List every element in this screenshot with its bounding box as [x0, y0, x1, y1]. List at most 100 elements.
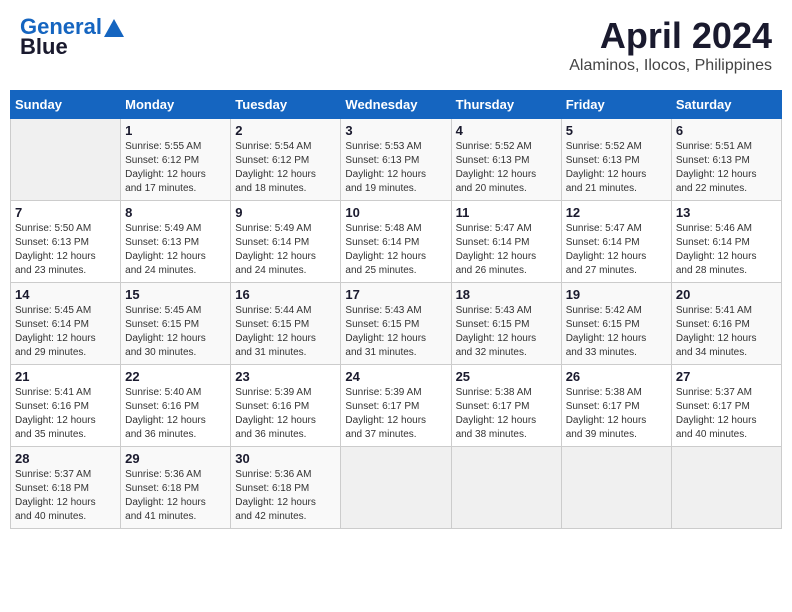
- day-number: 19: [566, 287, 667, 302]
- day-number: 10: [345, 205, 446, 220]
- day-detail: Sunrise: 5:55 AM Sunset: 6:12 PM Dayligh…: [125, 140, 226, 196]
- calendar-cell: 26 Sunrise: 5:38 AM Sunset: 6:17 PM Dayli…: [561, 365, 671, 447]
- calendar-cell: 21Sunrise: 5:41 AM Sunset: 6:16 PM Dayli…: [11, 365, 121, 447]
- calendar-cell: 17 Sunrise: 5:43 AM Sunset: 6:15 PM Dayli…: [341, 283, 451, 365]
- calendar-cell: 12 Sunrise: 5:47 AM Sunset: 6:14 PM Dayli…: [561, 201, 671, 283]
- calendar-cell: 24 Sunrise: 5:39 AM Sunset: 6:17 PM Dayli…: [341, 365, 451, 447]
- day-number: 18: [456, 287, 557, 302]
- calendar-cell: 16 Sunrise: 5:44 AM Sunset: 6:15 PM Dayli…: [231, 283, 341, 365]
- day-detail: Sunrise: 5:49 AM Sunset: 6:14 PM Dayligh…: [235, 222, 336, 278]
- logo-text-blue: Blue: [20, 35, 68, 59]
- calendar-subtitle: Alaminos, Ilocos, Philippines: [569, 57, 772, 75]
- logo: General Blue: [20, 15, 124, 59]
- day-number: 9: [235, 205, 336, 220]
- day-detail: Sunrise: 5:52 AM Sunset: 6:13 PM Dayligh…: [456, 140, 557, 196]
- calendar-cell: 28Sunrise: 5:37 AM Sunset: 6:18 PM Dayli…: [11, 447, 121, 529]
- day-number: 27: [676, 369, 777, 384]
- calendar-table: SundayMondayTuesdayWednesdayThursdayFrid…: [10, 90, 782, 529]
- day-number: 3: [345, 123, 446, 138]
- calendar-cell: 9 Sunrise: 5:49 AM Sunset: 6:14 PM Daylig…: [231, 201, 341, 283]
- day-number: 21: [15, 369, 116, 384]
- calendar-cell: 19 Sunrise: 5:42 AM Sunset: 6:15 PM Dayli…: [561, 283, 671, 365]
- calendar-cell: 2 Sunrise: 5:54 AM Sunset: 6:12 PM Daylig…: [231, 119, 341, 201]
- day-detail: Sunrise: 5:54 AM Sunset: 6:12 PM Dayligh…: [235, 140, 336, 196]
- day-detail: Sunrise: 5:44 AM Sunset: 6:15 PM Dayligh…: [235, 304, 336, 360]
- day-detail: Sunrise: 5:52 AM Sunset: 6:13 PM Dayligh…: [566, 140, 667, 196]
- day-detail: Sunrise: 5:39 AM Sunset: 6:17 PM Dayligh…: [345, 386, 446, 442]
- day-detail: Sunrise: 5:43 AM Sunset: 6:15 PM Dayligh…: [456, 304, 557, 360]
- calendar-cell: [671, 447, 781, 529]
- day-detail: Sunrise: 5:51 AM Sunset: 6:13 PM Dayligh…: [676, 140, 777, 196]
- calendar-cell: 3 Sunrise: 5:53 AM Sunset: 6:13 PM Daylig…: [341, 119, 451, 201]
- day-detail: Sunrise: 5:36 AM Sunset: 6:18 PM Dayligh…: [125, 468, 226, 524]
- col-header-wednesday: Wednesday: [341, 91, 451, 119]
- calendar-cell: 6 Sunrise: 5:51 AM Sunset: 6:13 PM Daylig…: [671, 119, 781, 201]
- day-number: 23: [235, 369, 336, 384]
- calendar-cell: 14 Sunrise: 5:45 AM Sunset: 6:14 PM Dayli…: [11, 283, 121, 365]
- col-header-tuesday: Tuesday: [231, 91, 341, 119]
- day-number: 16: [235, 287, 336, 302]
- calendar-cell: 18 Sunrise: 5:43 AM Sunset: 6:15 PM Dayli…: [451, 283, 561, 365]
- day-number: 11: [456, 205, 557, 220]
- calendar-cell: 11 Sunrise: 5:47 AM Sunset: 6:14 PM Dayli…: [451, 201, 561, 283]
- day-number: 15: [125, 287, 226, 302]
- col-header-thursday: Thursday: [451, 91, 561, 119]
- calendar-cell: 22 Sunrise: 5:40 AM Sunset: 6:16 PM Dayli…: [121, 365, 231, 447]
- page-header: General Blue April 2024 Alaminos, Ilocos…: [10, 10, 782, 80]
- day-detail: Sunrise: 5:46 AM Sunset: 6:14 PM Dayligh…: [676, 222, 777, 278]
- day-detail: Sunrise: 5:43 AM Sunset: 6:15 PM Dayligh…: [345, 304, 446, 360]
- calendar-cell: 30Sunrise: 5:36 AM Sunset: 6:18 PM Dayli…: [231, 447, 341, 529]
- day-detail: Sunrise: 5:41 AM Sunset: 6:16 PM Dayligh…: [676, 304, 777, 360]
- title-area: April 2024 Alaminos, Ilocos, Philippines: [569, 15, 772, 75]
- day-detail: Sunrise: 5:38 AM Sunset: 6:17 PM Dayligh…: [456, 386, 557, 442]
- calendar-cell: 13 Sunrise: 5:46 AM Sunset: 6:14 PM Dayli…: [671, 201, 781, 283]
- day-detail: Sunrise: 5:47 AM Sunset: 6:14 PM Dayligh…: [566, 222, 667, 278]
- day-number: 1: [125, 123, 226, 138]
- day-detail: Sunrise: 5:48 AM Sunset: 6:14 PM Dayligh…: [345, 222, 446, 278]
- day-detail: Sunrise: 5:49 AM Sunset: 6:13 PM Dayligh…: [125, 222, 226, 278]
- day-detail: Sunrise: 5:40 AM Sunset: 6:16 PM Dayligh…: [125, 386, 226, 442]
- calendar-cell: 15 Sunrise: 5:45 AM Sunset: 6:15 PM Dayli…: [121, 283, 231, 365]
- calendar-cell: [341, 447, 451, 529]
- col-header-friday: Friday: [561, 91, 671, 119]
- col-header-sunday: Sunday: [11, 91, 121, 119]
- day-number: 22: [125, 369, 226, 384]
- day-number: 6: [676, 123, 777, 138]
- day-number: 25: [456, 369, 557, 384]
- day-number: 12: [566, 205, 667, 220]
- day-number: 17: [345, 287, 446, 302]
- day-number: 7: [15, 205, 116, 220]
- day-number: 24: [345, 369, 446, 384]
- day-detail: Sunrise: 5:45 AM Sunset: 6:14 PM Dayligh…: [15, 304, 116, 360]
- day-number: 5: [566, 123, 667, 138]
- day-detail: Sunrise: 5:36 AM Sunset: 6:18 PM Dayligh…: [235, 468, 336, 524]
- day-detail: Sunrise: 5:45 AM Sunset: 6:15 PM Dayligh…: [125, 304, 226, 360]
- day-number: 14: [15, 287, 116, 302]
- day-detail: Sunrise: 5:42 AM Sunset: 6:15 PM Dayligh…: [566, 304, 667, 360]
- day-detail: Sunrise: 5:53 AM Sunset: 6:13 PM Dayligh…: [345, 140, 446, 196]
- day-detail: Sunrise: 5:47 AM Sunset: 6:14 PM Dayligh…: [456, 222, 557, 278]
- calendar-cell: 10 Sunrise: 5:48 AM Sunset: 6:14 PM Dayli…: [341, 201, 451, 283]
- day-number: 2: [235, 123, 336, 138]
- day-detail: Sunrise: 5:39 AM Sunset: 6:16 PM Dayligh…: [235, 386, 336, 442]
- day-detail: Sunrise: 5:37 AM Sunset: 6:18 PM Dayligh…: [15, 468, 116, 524]
- calendar-cell: 8 Sunrise: 5:49 AM Sunset: 6:13 PM Daylig…: [121, 201, 231, 283]
- day-number: 4: [456, 123, 557, 138]
- calendar-cell: 7 Sunrise: 5:50 AM Sunset: 6:13 PM Daylig…: [11, 201, 121, 283]
- col-header-saturday: Saturday: [671, 91, 781, 119]
- day-number: 13: [676, 205, 777, 220]
- calendar-cell: 23 Sunrise: 5:39 AM Sunset: 6:16 PM Dayli…: [231, 365, 341, 447]
- day-detail: Sunrise: 5:50 AM Sunset: 6:13 PM Dayligh…: [15, 222, 116, 278]
- calendar-cell: 4 Sunrise: 5:52 AM Sunset: 6:13 PM Daylig…: [451, 119, 561, 201]
- day-detail: Sunrise: 5:38 AM Sunset: 6:17 PM Dayligh…: [566, 386, 667, 442]
- day-number: 20: [676, 287, 777, 302]
- calendar-cell: [561, 447, 671, 529]
- calendar-cell: 20 Sunrise: 5:41 AM Sunset: 6:16 PM Dayli…: [671, 283, 781, 365]
- col-header-monday: Monday: [121, 91, 231, 119]
- day-number: 8: [125, 205, 226, 220]
- day-number: 26: [566, 369, 667, 384]
- calendar-cell: 1 Sunrise: 5:55 AM Sunset: 6:12 PM Daylig…: [121, 119, 231, 201]
- calendar-cell: [11, 119, 121, 201]
- day-detail: Sunrise: 5:37 AM Sunset: 6:17 PM Dayligh…: [676, 386, 777, 442]
- calendar-cell: 5 Sunrise: 5:52 AM Sunset: 6:13 PM Daylig…: [561, 119, 671, 201]
